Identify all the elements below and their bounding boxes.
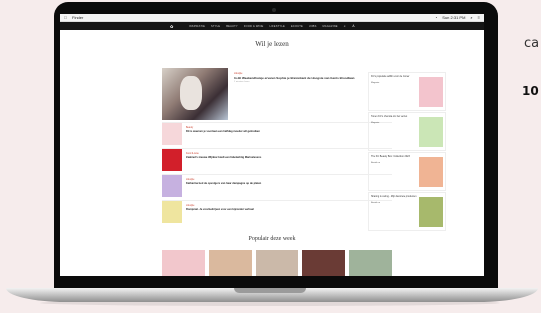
side-card-image[interactable] [419,77,443,107]
menu-icon[interactable]: ≡ [478,15,480,20]
article-title[interactable]: Katharina bed de opvolgers van haar damp… [186,182,261,185]
nav-item[interactable]: JOBS [309,25,317,28]
wifi-icon[interactable]: ◔ [435,15,437,20]
article-row[interactable]: Beauty Dit is waarom je voortaan een half… [162,122,392,148]
popular-thumb[interactable] [162,250,205,276]
nav-item[interactable]: BEAUTY [226,25,238,28]
side-card-image[interactable] [419,117,443,147]
side-card-image[interactable] [419,197,443,227]
camera-icon [272,8,276,12]
side-card-text[interactable]: Tonen KC's chocola om het verzet [371,115,407,118]
article-title[interactable]: Rompmat. Je voorbedrijven voor een bijzo… [186,208,254,211]
article-title[interactable]: Zaalmet's nieuwe Wijnbar biedt een fabel… [186,156,261,159]
article-thumb[interactable] [162,123,182,145]
section-title: Wil je lezen [255,40,289,48]
side-card-link[interactable]: Bestel nu [371,202,417,205]
article-thumb[interactable] [162,175,182,197]
side-card[interactable]: Sharing is caring - Mijn favoriete produ… [368,192,446,231]
side-text-top: ca [524,36,540,51]
search-icon[interactable]: ⌕ [470,15,472,20]
side-card[interactable]: The KC Beauty Box: Collection 2023 Bestel… [368,152,446,191]
side-card[interactable]: KC's populaire adfilm voor de zomer Magaz… [368,72,446,111]
side-card-text[interactable]: Sharing is caring - Mijn favoriete produ… [371,195,416,198]
app-name[interactable]: Finder [72,15,83,20]
laptop-screen:  Finder ◔ Sun 2:31 PM ⌕ ≡ ✿ INSPIRATIE … [60,14,484,276]
side-card-link[interactable]: Magazin [371,82,417,85]
article-thumb[interactable] [162,201,182,223]
mac-menubar:  Finder ◔ Sun 2:31 PM ⌕ ≡ [60,14,484,22]
article-thumb[interactable] [162,149,182,171]
popular-thumb[interactable] [208,250,252,276]
article-list: Lifestyle In dit Weekendhuisje ervaren S… [162,68,392,226]
nav-item[interactable]: MAGAZINE [323,25,338,28]
popular-thumb[interactable] [255,250,299,276]
side-card-link[interactable]: Bestel nu [371,162,417,165]
account-icon[interactable]: ♙ [352,24,355,28]
nav-item[interactable]: STYLE [211,25,220,28]
side-card[interactable]: Tonen KC's chocola om het verzet Magazin [368,112,446,151]
side-text-bottom: 10 [522,84,539,98]
popular-strip [162,250,392,276]
nav-item[interactable]: ECOUTE [291,25,303,28]
search-icon[interactable]: ⌕ [344,24,346,28]
article-row[interactable]: Lifestyle Katharina bed de opvolgers van … [162,174,392,200]
nav-item[interactable]: INSPIRATIE [189,25,205,28]
lead-article[interactable]: Lifestyle In dit Weekendhuisje ervaren S… [162,68,392,122]
popular-thumb[interactable] [349,250,392,276]
clock-text[interactable]: Sun 2:31 PM [442,15,465,20]
nav-item[interactable]: LIFESTYLE [269,25,285,28]
lead-image[interactable] [162,68,228,120]
site-navigation: ✿ INSPIRATIE STYLE BEAUTY FOOD & WINE LI… [60,22,484,30]
site-logo-icon[interactable]: ✿ [170,24,174,29]
side-card-text[interactable]: KC's populaire adfilm voor de zomer [371,75,409,78]
lead-title[interactable]: In dit Weekendhuisje ervaren Sophie je B… [234,76,354,80]
laptop-notch [234,288,306,293]
sidebar-cards: KC's populaire adfilm voor de zomer Magaz… [368,72,446,232]
article-title[interactable]: Dit is waarom je voortaan een halfdag mo… [186,130,260,133]
side-card-link[interactable]: Magazin [371,122,417,125]
apple-icon[interactable]:  [64,15,67,20]
popular-thumb[interactable] [302,250,346,276]
article-row[interactable]: Lifestyle Rompmat. Je voorbedrijven voor … [162,200,392,226]
side-card-image[interactable] [419,157,443,187]
article-row[interactable]: Food & wine Zaalmet's nieuwe Wijnbar bied… [162,148,392,174]
popular-title: Populair deze week [248,236,296,242]
nav-item[interactable]: FOOD & WINE [244,25,264,28]
side-card-text[interactable]: The KC Beauty Box: Collection 2023 [371,155,410,158]
